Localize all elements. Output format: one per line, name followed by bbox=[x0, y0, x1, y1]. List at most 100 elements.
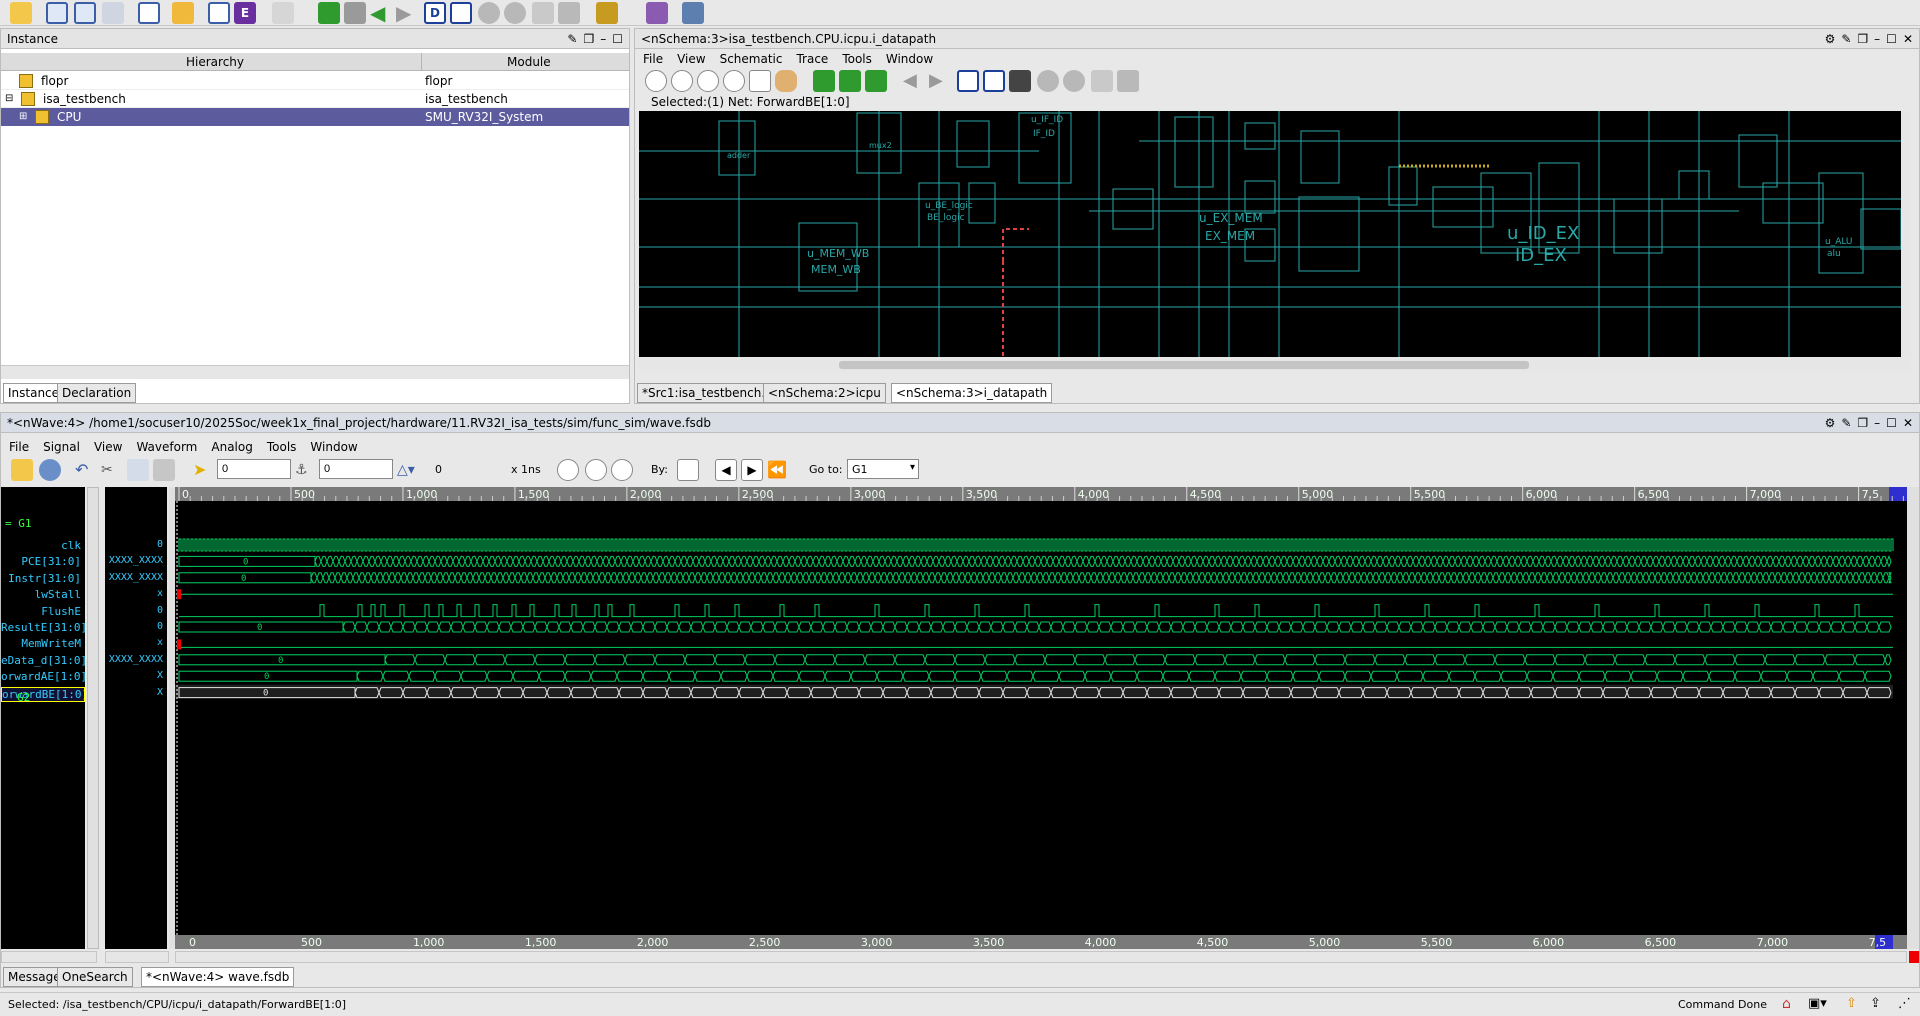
d-icon[interactable] bbox=[957, 70, 979, 92]
tab-nwave4[interactable]: *<nWave:4> wave.fsdb bbox=[141, 967, 295, 987]
toggle-icon[interactable] bbox=[682, 2, 704, 24]
maximize-icon[interactable]: ☐ bbox=[1886, 413, 1897, 433]
undo-icon[interactable]: ↶ bbox=[75, 459, 97, 481]
search-by-icon[interactable] bbox=[677, 459, 699, 481]
down-icon[interactable] bbox=[504, 2, 526, 24]
menu-file[interactable]: File bbox=[9, 440, 29, 454]
pin-icon[interactable]: ✎ bbox=[567, 29, 577, 49]
wave-hscrollbar[interactable] bbox=[175, 951, 1907, 963]
memory2-icon[interactable] bbox=[74, 2, 96, 24]
zoom-all-icon[interactable] bbox=[611, 459, 633, 481]
maximize-icon[interactable]: ☐ bbox=[612, 29, 623, 49]
scroll-thumb[interactable] bbox=[839, 361, 1529, 369]
tab-nschema2[interactable]: <nSchema:2>icpu bbox=[763, 383, 886, 403]
trace-up-icon[interactable] bbox=[839, 70, 861, 92]
tree-icon[interactable] bbox=[532, 2, 554, 24]
close-icon[interactable]: ✕ bbox=[1903, 413, 1913, 433]
up-icon[interactable] bbox=[1037, 70, 1059, 92]
menu-analog[interactable]: Analog bbox=[211, 440, 252, 454]
tab-instance[interactable]: Instance bbox=[3, 383, 65, 403]
cursor-time-input[interactable] bbox=[217, 459, 291, 479]
down-icon[interactable] bbox=[1063, 70, 1085, 92]
hand-icon[interactable] bbox=[775, 70, 797, 92]
marker-time-input[interactable] bbox=[319, 459, 393, 479]
waveform-vscrollbar[interactable] bbox=[1907, 487, 1919, 949]
tool-icon[interactable] bbox=[558, 2, 580, 24]
menu-waveform[interactable]: Waveform bbox=[136, 440, 197, 454]
play-icon[interactable] bbox=[450, 2, 472, 24]
resize-grip-icon[interactable]: ⋰ bbox=[1898, 996, 1911, 1011]
zoom-out-icon[interactable] bbox=[557, 459, 579, 481]
schematic-icon[interactable] bbox=[138, 2, 160, 24]
signal-name-5[interactable]: ResultE[31:0] bbox=[1, 621, 85, 634]
open-folder-icon[interactable] bbox=[11, 459, 33, 481]
green-l-icon[interactable] bbox=[318, 2, 340, 24]
value-hscrollbar[interactable] bbox=[105, 951, 169, 963]
cursor-icon[interactable]: ➤ bbox=[193, 459, 215, 481]
folder-icon[interactable] bbox=[172, 2, 194, 24]
signal-name-6[interactable]: MemWriteM bbox=[1, 637, 85, 650]
page-icon[interactable] bbox=[344, 2, 366, 24]
layout-icon[interactable]: ▣▾ bbox=[1808, 996, 1827, 1011]
up-icon[interactable]: ⇧ bbox=[1846, 996, 1857, 1011]
signal-name-4[interactable]: FlushE bbox=[1, 605, 85, 618]
group-g2-label[interactable]: G2 bbox=[17, 691, 30, 704]
menu-signal[interactable]: Signal bbox=[43, 440, 80, 454]
schematic-canvas[interactable]: u_ID_EX ID_EX u_EX_MEM EX_MEM u_MEM_WB M… bbox=[639, 111, 1911, 357]
delta-icon[interactable]: △▾ bbox=[397, 459, 419, 481]
menu-view[interactable]: View bbox=[677, 52, 705, 66]
stop-icon[interactable]: ⌂ bbox=[1782, 996, 1791, 1012]
cut-icon[interactable]: ✂ bbox=[101, 459, 123, 481]
memory-icon[interactable] bbox=[46, 2, 68, 24]
paste-icon[interactable] bbox=[153, 459, 175, 481]
net-icon[interactable] bbox=[1009, 70, 1031, 92]
copy-icon[interactable] bbox=[127, 459, 149, 481]
col-hierarchy[interactable]: Hierarchy bbox=[186, 55, 244, 69]
back-arrow-icon[interactable]: ◀ bbox=[903, 70, 925, 92]
next-edge-icon[interactable]: ▶ bbox=[741, 459, 763, 481]
tool-icon[interactable] bbox=[1117, 70, 1139, 92]
menu-file[interactable]: File bbox=[643, 52, 663, 66]
tree-icon[interactable] bbox=[1091, 70, 1113, 92]
menu-tools[interactable]: Tools bbox=[267, 440, 297, 454]
zoom-out-icon[interactable] bbox=[645, 70, 667, 92]
signal-name-2[interactable]: Instr[31:0] bbox=[1, 572, 85, 585]
minimize-icon[interactable]: – bbox=[1874, 413, 1880, 433]
zoom-box-icon[interactable] bbox=[749, 70, 771, 92]
goto-select[interactable]: G1 ▾ bbox=[847, 459, 919, 479]
signal-name-8[interactable]: orwardAE[1:0] bbox=[1, 670, 85, 683]
tab-nschema3[interactable]: <nSchema:3>i_datapath bbox=[891, 383, 1053, 403]
signal-name-0[interactable]: clk bbox=[1, 539, 85, 552]
expand-icon[interactable]: ⊞ bbox=[19, 111, 27, 122]
restore-icon[interactable]: ❐ bbox=[1857, 413, 1868, 433]
tray-icon[interactable]: ⇪ bbox=[1870, 996, 1881, 1011]
zoom-in-icon[interactable] bbox=[671, 70, 693, 92]
menu-schematic[interactable]: Schematic bbox=[720, 52, 783, 66]
pin-icon[interactable]: ✎ bbox=[1841, 29, 1851, 49]
open-folder-icon[interactable] bbox=[10, 2, 32, 24]
settings-icon[interactable]: ⚙ bbox=[1825, 29, 1836, 49]
signal-name-9[interactable]: orwardBE[1:0] bbox=[1, 686, 85, 702]
list-icon[interactable] bbox=[272, 2, 294, 24]
reload-icon[interactable] bbox=[39, 459, 61, 481]
signal-name-scrollbar[interactable] bbox=[87, 487, 99, 949]
menu-window[interactable]: Window bbox=[886, 52, 933, 66]
schematic-hscrollbar[interactable] bbox=[639, 359, 1911, 371]
d-icon[interactable]: D bbox=[424, 2, 446, 24]
minimize-icon[interactable]: – bbox=[1874, 29, 1880, 49]
back-arrow-icon[interactable]: ◀ bbox=[370, 2, 392, 24]
instance-row[interactable]: ⊟ isa_testbench isa_testbench bbox=[1, 90, 629, 108]
col-module[interactable]: Module bbox=[507, 55, 551, 69]
zoom-fit-icon[interactable] bbox=[723, 70, 745, 92]
instance-row-selected[interactable]: ⊞ CPU SMU_RV32I_System bbox=[1, 108, 629, 126]
edit-icon[interactable] bbox=[208, 2, 230, 24]
restore-icon[interactable]: ❐ bbox=[1857, 29, 1868, 49]
hierarchy-icon[interactable] bbox=[102, 2, 124, 24]
group-g1-label[interactable]: = G1 bbox=[5, 517, 32, 530]
instance-hscrollbar[interactable] bbox=[1, 365, 629, 379]
e-icon[interactable]: E bbox=[234, 2, 256, 24]
marker-icon[interactable]: ⚓ bbox=[295, 459, 317, 481]
close-icon[interactable]: ✕ bbox=[1903, 29, 1913, 49]
tab-onesearch[interactable]: OneSearch bbox=[57, 967, 133, 987]
goto-back-icon[interactable]: ⏪ bbox=[767, 459, 789, 481]
